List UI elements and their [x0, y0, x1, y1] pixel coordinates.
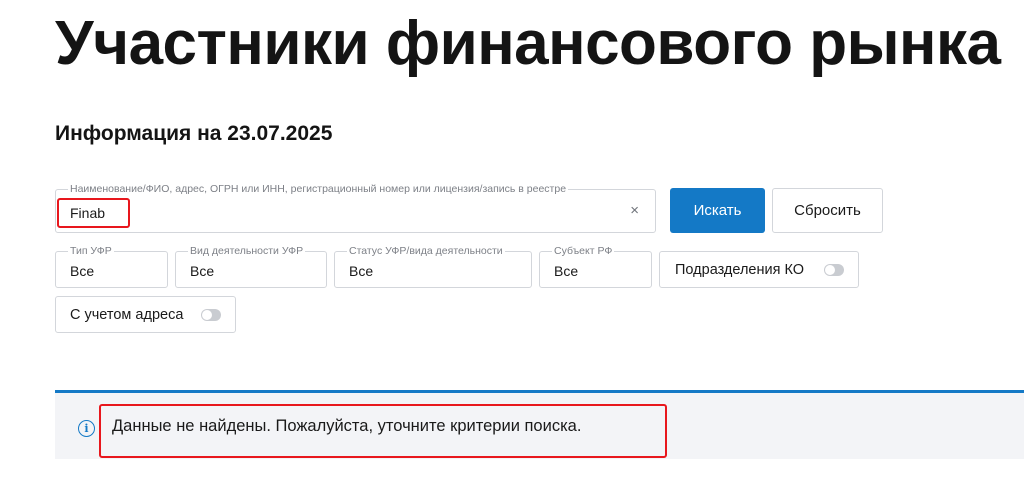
filter-legend: Статус УФР/вида деятельности: [347, 245, 505, 258]
toggle-switch-icon[interactable]: [201, 308, 221, 321]
filter-legend: Тип УФР: [68, 245, 114, 258]
page-title: Участники финансового рынка: [55, 9, 1001, 78]
info-icon: i: [78, 420, 95, 437]
toggle-switch-icon[interactable]: [824, 263, 844, 276]
filter-value: Все: [554, 263, 579, 279]
with-address-label: С учетом адреса: [70, 306, 184, 323]
ko-divisions-label: Подразделения КО: [675, 261, 805, 278]
no-results-message: Данные не найдены. Пожалуйста, уточните …: [112, 417, 582, 435]
filter-legend: Вид деятельности УФР: [188, 245, 306, 258]
info-date-heading: Информация на 23.07.2025: [55, 122, 333, 145]
filter-ufr-type[interactable]: Тип УФР Все: [55, 245, 168, 288]
search-field[interactable]: Наименование/ФИО, адрес, ОГРН или ИНН, р…: [55, 183, 656, 233]
filter-legend: Субъект РФ: [552, 245, 615, 258]
reset-button[interactable]: Сбросить: [772, 188, 883, 233]
filter-status[interactable]: Статус УФР/вида деятельности Все: [334, 245, 532, 288]
ko-divisions-toggle[interactable]: Подразделения КО: [659, 251, 859, 288]
clear-icon[interactable]: ×: [630, 203, 639, 219]
search-button[interactable]: Искать: [670, 188, 765, 233]
filter-activity-type[interactable]: Вид деятельности УФР Все: [175, 245, 327, 288]
filter-value: Все: [190, 263, 215, 279]
filter-region[interactable]: Субъект РФ Все: [539, 245, 652, 288]
filter-value: Все: [349, 263, 374, 279]
search-input[interactable]: Finab: [70, 205, 105, 221]
search-field-legend: Наименование/ФИО, адрес, ОГРН или ИНН, р…: [68, 183, 569, 196]
filter-value: Все: [70, 263, 95, 279]
with-address-toggle[interactable]: С учетом адреса: [55, 296, 236, 333]
